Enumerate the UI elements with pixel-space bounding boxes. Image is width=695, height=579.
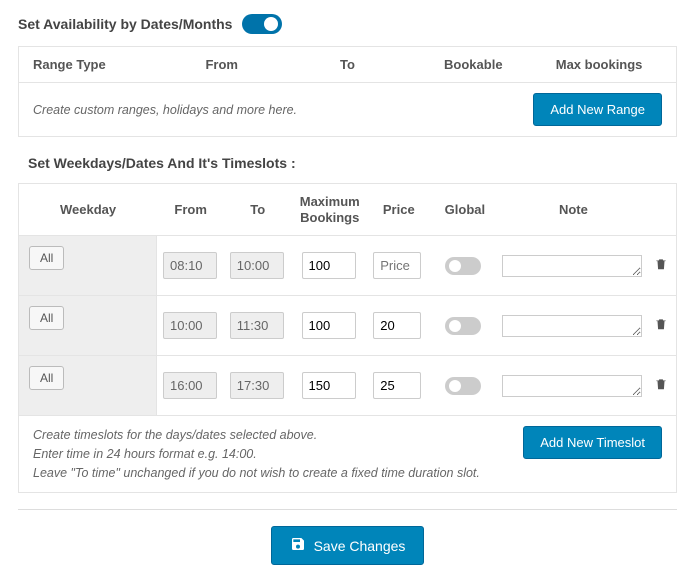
save-label: Save Changes bbox=[314, 538, 406, 554]
save-button[interactable]: Save Changes bbox=[271, 526, 425, 565]
max-bookings-input[interactable] bbox=[302, 252, 356, 279]
delete-icon[interactable] bbox=[654, 377, 668, 394]
ts-header-to: To bbox=[224, 202, 291, 217]
ts-header-price: Price bbox=[368, 202, 429, 217]
range-header-max: Max bookings bbox=[536, 57, 662, 72]
max-bookings-input[interactable] bbox=[302, 372, 356, 399]
range-header-bookable: Bookable bbox=[410, 57, 536, 72]
ts-header-weekday: Weekday bbox=[19, 202, 157, 217]
to-input[interactable] bbox=[230, 252, 284, 279]
range-hint: Create custom ranges, holidays and more … bbox=[33, 103, 297, 117]
note-input[interactable] bbox=[502, 315, 642, 337]
divider bbox=[18, 509, 677, 510]
note-input[interactable] bbox=[502, 255, 642, 277]
ts-header-from: From bbox=[157, 202, 224, 217]
weekday-all-button[interactable]: All bbox=[29, 246, 64, 270]
weekday-all-button[interactable]: All bbox=[29, 306, 64, 330]
delete-icon[interactable] bbox=[654, 257, 668, 274]
price-input[interactable] bbox=[373, 372, 421, 399]
timeslot-row: All bbox=[19, 356, 676, 416]
range-header-from: From bbox=[159, 57, 285, 72]
max-bookings-input[interactable] bbox=[302, 312, 356, 339]
availability-title: Set Availability by Dates/Months bbox=[18, 16, 232, 32]
range-header-to: To bbox=[285, 57, 411, 72]
note-input[interactable] bbox=[502, 375, 642, 397]
from-input[interactable] bbox=[163, 252, 217, 279]
to-input[interactable] bbox=[230, 312, 284, 339]
add-range-button[interactable]: Add New Range bbox=[533, 93, 662, 126]
timeslot-table: Weekday From To Maximum Bookings Price G… bbox=[18, 183, 677, 493]
price-input[interactable] bbox=[373, 252, 421, 279]
to-input[interactable] bbox=[230, 372, 284, 399]
from-input[interactable] bbox=[163, 312, 217, 339]
timeslot-hints: Create timeslots for the days/dates sele… bbox=[33, 426, 480, 482]
ts-header-global: Global bbox=[429, 202, 500, 217]
timeslot-row: All bbox=[19, 296, 676, 356]
timeslot-section-title: Set Weekdays/Dates And It's Timeslots : bbox=[28, 155, 677, 171]
range-header-type: Range Type bbox=[33, 57, 159, 72]
save-icon bbox=[290, 536, 306, 555]
price-input[interactable] bbox=[373, 312, 421, 339]
ts-header-max: Maximum Bookings bbox=[291, 194, 368, 225]
global-toggle[interactable] bbox=[445, 317, 481, 335]
timeslot-row: All bbox=[19, 236, 676, 296]
add-timeslot-button[interactable]: Add New Timeslot bbox=[523, 426, 662, 459]
availability-toggle[interactable] bbox=[242, 14, 282, 34]
global-toggle[interactable] bbox=[445, 377, 481, 395]
ts-header-note: Note bbox=[500, 202, 646, 217]
range-table: Range Type From To Bookable Max bookings… bbox=[18, 46, 677, 137]
weekday-all-button[interactable]: All bbox=[29, 366, 64, 390]
global-toggle[interactable] bbox=[445, 257, 481, 275]
from-input[interactable] bbox=[163, 372, 217, 399]
delete-icon[interactable] bbox=[654, 317, 668, 334]
